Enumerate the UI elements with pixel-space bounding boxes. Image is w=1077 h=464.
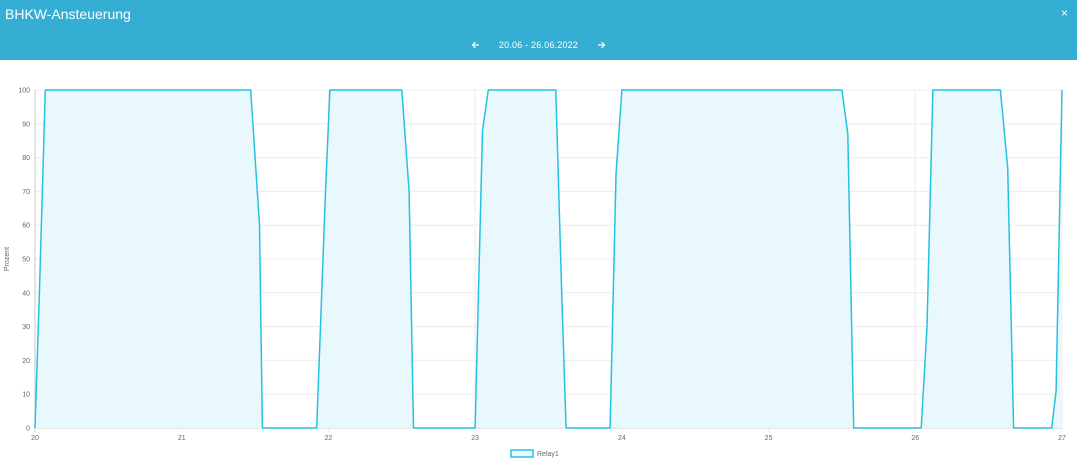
dialog-header: BHKW-Ansteuerung × 20.06 - 26.06.2022 [0,0,1077,60]
dialog-title: BHKW-Ansteuerung [5,6,131,22]
relay-chart: 0102030405060708090100 20 21 22 23 24 25 26 27 … [4,88,1066,459]
y-tick-label: 20 [22,358,30,365]
x-tick-label: 23 [471,435,479,442]
legend-swatch-relay1[interactable] [510,449,534,458]
x-axis: 20 21 22 23 24 25 26 27 [31,435,1066,442]
y-tick-label: 0 [26,426,30,433]
arrow-left-icon[interactable] [467,38,485,52]
y-tick-label: 100 [18,88,30,95]
x-tick-label: 22 [325,435,333,442]
y-tick-label: 80 [22,155,30,162]
y-tick-label: 30 [22,324,30,331]
y-tick-label: 90 [22,121,30,128]
date-navigation: 20.06 - 26.06.2022 [0,37,1077,53]
legend[interactable]: Relay1 [510,449,559,458]
date-range-label: 20.06 - 26.06.2022 [498,40,579,50]
x-tick-label: 26 [911,435,919,442]
x-tick-label: 20 [31,435,39,442]
close-icon[interactable]: × [1061,6,1068,20]
y-tick-label: 50 [22,257,30,264]
y-tick-label: 70 [22,189,30,196]
arrow-right-icon[interactable] [592,38,610,52]
x-tick-label: 24 [618,435,626,442]
y-tick-label: 10 [22,392,30,399]
legend-label-relay1[interactable]: Relay1 [537,451,559,458]
x-tick-label: 25 [765,435,773,442]
x-tick-label: 21 [178,435,186,442]
y-axis-label: Prozent [4,247,11,271]
x-tick-label: 27 [1058,435,1066,442]
y-axis: 0 10 20 30 40 50 60 70 80 90 100 [18,88,30,433]
y-tick-label: 40 [22,290,30,297]
y-tick-label: 60 [22,223,30,230]
